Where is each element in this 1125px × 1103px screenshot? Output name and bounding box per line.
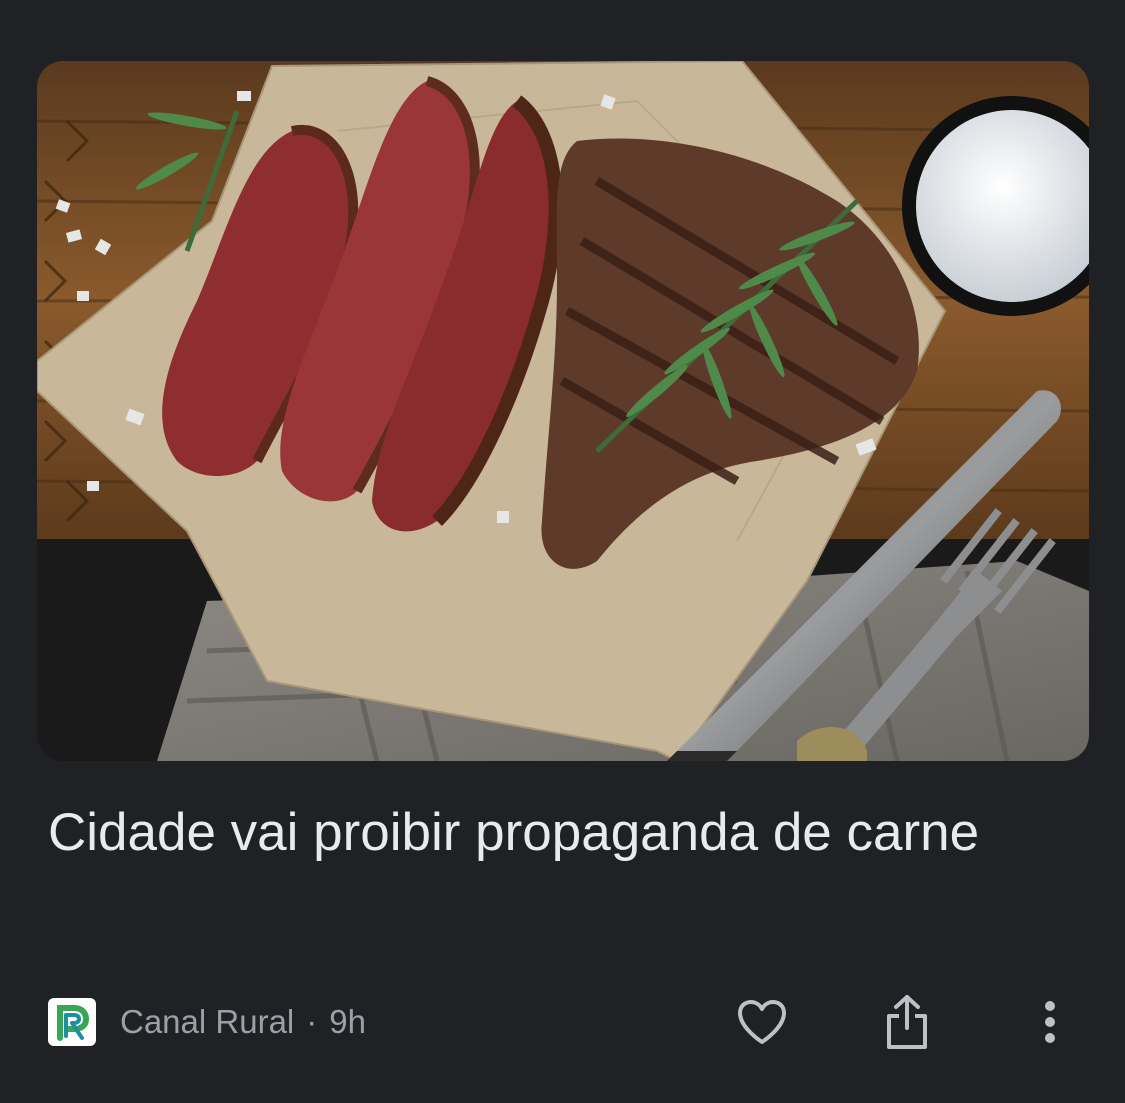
share-button[interactable] <box>875 990 939 1054</box>
share-icon <box>887 995 927 1049</box>
heart-outline-icon <box>738 1000 786 1044</box>
article-headline[interactable]: Cidade vai proibir propaganda de carne <box>48 800 1058 866</box>
article-thumbnail[interactable] <box>37 61 1089 761</box>
more-options-button[interactable] <box>1018 990 1082 1054</box>
canal-rural-logo-icon[interactable] <box>48 998 96 1046</box>
more-vertical-icon <box>1045 1001 1055 1043</box>
source-name[interactable]: Canal Rural <box>120 1003 294 1041</box>
news-card: Cidade vai proibir propaganda de carne C… <box>0 0 1125 1103</box>
meta-separator: · <box>306 1003 318 1040</box>
article-age: 9h <box>329 1003 366 1040</box>
steak-photo <box>37 61 1089 761</box>
like-button[interactable] <box>730 990 794 1054</box>
article-meta: Canal Rural · 9h <box>48 996 366 1048</box>
